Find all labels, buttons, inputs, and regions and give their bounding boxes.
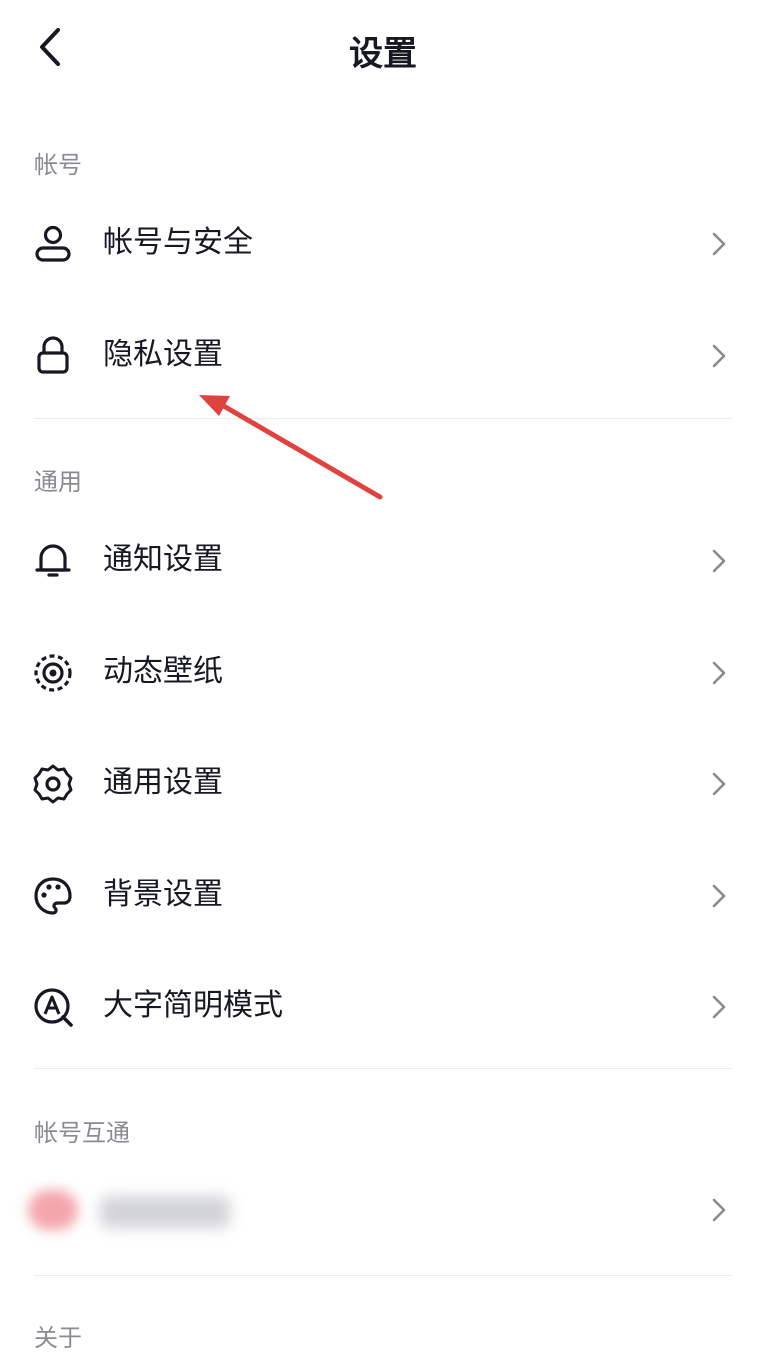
settings-item-label: 通知设置 bbox=[103, 542, 223, 577]
section-divider bbox=[34, 1275, 732, 1276]
section-title-account-linking: 帐号互通 bbox=[34, 1119, 130, 1147]
settings-item-label: 通用设置 bbox=[103, 765, 223, 800]
large-font-icon bbox=[32, 986, 74, 1028]
blurred-account-name bbox=[100, 1196, 230, 1228]
settings-item-large-font-mode[interactable]: 大字简明模式 bbox=[0, 950, 766, 1062]
chevron-right-icon bbox=[706, 339, 732, 373]
header-bar: 设置 bbox=[0, 0, 766, 96]
settings-item-label: 背景设置 bbox=[103, 877, 223, 912]
palette-icon bbox=[32, 875, 74, 917]
settings-item-live-wallpaper[interactable]: 动态壁纸 bbox=[0, 616, 766, 728]
settings-item-label: 动态壁纸 bbox=[103, 654, 223, 689]
blurred-app-icon bbox=[28, 1190, 78, 1230]
settings-item-account-security[interactable]: 帐号与安全 bbox=[0, 187, 766, 299]
section-title-about: 关于 bbox=[34, 1324, 82, 1352]
chevron-right-icon bbox=[706, 227, 732, 261]
gear-icon bbox=[32, 763, 74, 805]
chevron-right-icon bbox=[706, 1193, 732, 1227]
lock-icon bbox=[32, 335, 74, 377]
settings-item-label: 隐私设置 bbox=[103, 337, 223, 372]
chevron-right-icon bbox=[706, 544, 732, 578]
bell-icon bbox=[32, 540, 74, 582]
settings-item-privacy[interactable]: 隐私设置 bbox=[0, 299, 766, 411]
section-title-general: 通用 bbox=[34, 468, 82, 496]
chevron-right-icon bbox=[706, 990, 732, 1024]
settings-item-linked-account[interactable] bbox=[0, 1160, 766, 1260]
chevron-right-icon bbox=[706, 656, 732, 690]
page-title: 设置 bbox=[349, 34, 417, 74]
section-divider bbox=[34, 1068, 732, 1069]
section-divider bbox=[34, 418, 732, 419]
settings-item-notifications[interactable]: 通知设置 bbox=[0, 504, 766, 616]
settings-item-background[interactable]: 背景设置 bbox=[0, 839, 766, 951]
settings-item-general[interactable]: 通用设置 bbox=[0, 727, 766, 839]
user-icon bbox=[32, 223, 74, 265]
live-wallpaper-icon bbox=[32, 652, 74, 694]
settings-item-label: 帐号与安全 bbox=[103, 225, 253, 260]
chevron-right-icon bbox=[706, 767, 732, 801]
section-title-account: 帐号 bbox=[34, 151, 82, 179]
settings-item-label: 大字简明模式 bbox=[103, 988, 283, 1023]
chevron-right-icon bbox=[706, 879, 732, 913]
